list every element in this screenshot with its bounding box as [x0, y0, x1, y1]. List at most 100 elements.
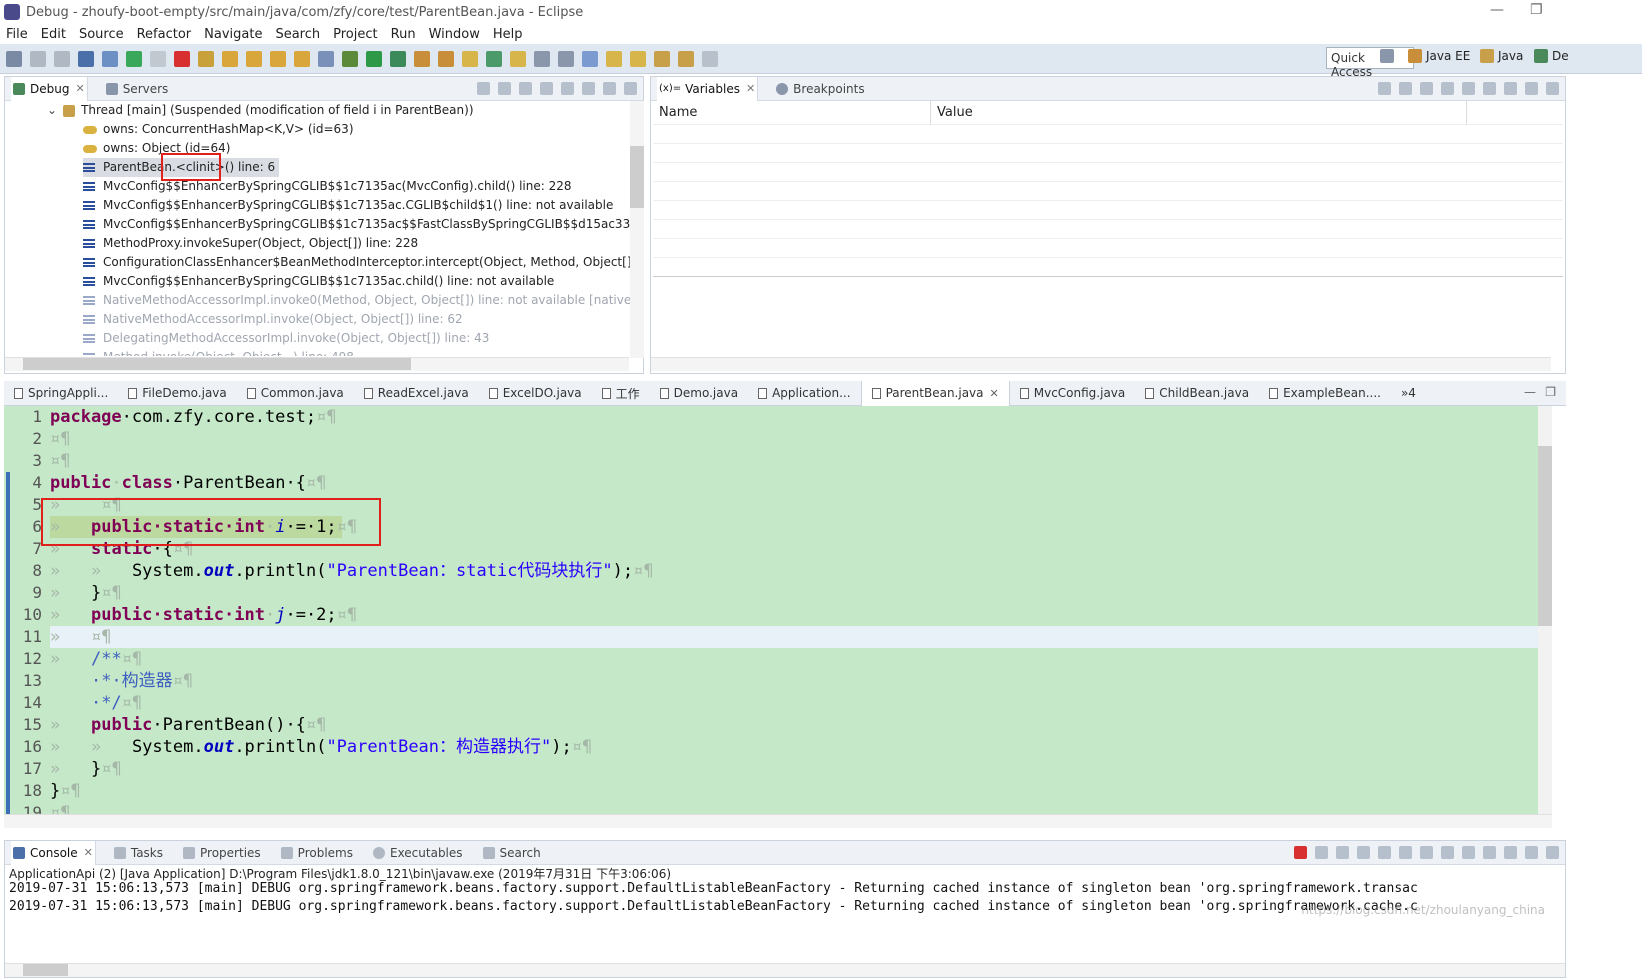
- close-icon[interactable]: ✕: [84, 846, 93, 859]
- editor-tab[interactable]: ChildBean.java: [1135, 381, 1259, 406]
- remove-launch-icon[interactable]: [1315, 846, 1328, 859]
- menu-help[interactable]: Help: [493, 27, 523, 42]
- show-on-output-icon[interactable]: [1420, 846, 1433, 859]
- forward-icon[interactable]: [702, 50, 718, 67]
- tab-executables[interactable]: Executables: [371, 841, 465, 865]
- horizontal-scrollbar[interactable]: [651, 357, 1551, 371]
- vertical-scrollbar[interactable]: [630, 101, 644, 358]
- perspective-debug[interactable]: De: [1534, 49, 1569, 63]
- editor-vertical-scrollbar[interactable]: [1538, 406, 1552, 814]
- resume-icon[interactable]: [126, 50, 142, 67]
- minimize-icon[interactable]: —: [1490, 2, 1504, 18]
- tab-variables[interactable]: (x)= Variables ✕: [657, 76, 759, 101]
- menu-project[interactable]: Project: [333, 27, 377, 42]
- block-selection-icon[interactable]: [558, 50, 574, 67]
- drop-to-frame-icon[interactable]: [294, 50, 310, 67]
- scroll-thumb[interactable]: [1538, 446, 1552, 626]
- remove-all-icon[interactable]: [498, 82, 511, 95]
- tree-item[interactable]: owns: ConcurrentHashMap<K,V> (id=63): [5, 120, 643, 139]
- column-name[interactable]: Name: [653, 100, 931, 125]
- remove-all-icon[interactable]: [1336, 846, 1349, 859]
- add-watch-icon[interactable]: [1441, 82, 1454, 95]
- editor-tab-active[interactable]: ParentBean.java ✕: [860, 380, 1010, 406]
- new-icon[interactable]: [6, 50, 22, 67]
- annotation-icon[interactable]: [510, 50, 526, 67]
- run-icon[interactable]: [366, 50, 382, 67]
- close-icon[interactable]: ✕: [75, 82, 84, 95]
- editor-tab[interactable]: ReadExcel.java: [354, 381, 479, 406]
- remove-terminated-icon[interactable]: [477, 82, 490, 95]
- back-icon[interactable]: [678, 50, 694, 67]
- tab-overflow[interactable]: »4: [1391, 381, 1426, 406]
- coverage-icon[interactable]: [390, 50, 406, 67]
- stack-frame[interactable]: MvcConfig$$EnhancerBySpringCGLIB$$1c7135…: [5, 215, 643, 234]
- prev-annotation-icon[interactable]: [630, 50, 646, 67]
- editor-tab[interactable]: MvcConfig.java: [1010, 381, 1136, 406]
- collapse-all-icon[interactable]: [1420, 82, 1433, 95]
- scroll-lock-icon[interactable]: [1378, 846, 1391, 859]
- open-perspective-button[interactable]: [1380, 49, 1398, 63]
- scroll-thumb[interactable]: [630, 146, 644, 208]
- maximize-icon[interactable]: [1546, 846, 1559, 859]
- maximize-icon[interactable]: ❐: [1530, 2, 1543, 18]
- suspend-icon[interactable]: [150, 50, 166, 67]
- search-icon[interactable]: [486, 50, 502, 67]
- view-menu-icon[interactable]: [1504, 82, 1517, 95]
- terminate-icon[interactable]: [1294, 846, 1307, 859]
- tab-debug[interactable]: Debug ✕: [11, 76, 88, 101]
- perspective-java-ee[interactable]: Java EE: [1408, 49, 1470, 63]
- step-over-icon[interactable]: [246, 50, 262, 67]
- menu-navigate[interactable]: Navigate: [204, 27, 262, 42]
- tab-breakpoints[interactable]: Breakpoints: [774, 77, 866, 101]
- editor-tab[interactable]: 工作: [592, 381, 650, 406]
- quick-access-input[interactable]: Quick Access: [1326, 47, 1414, 79]
- console-horizontal-scrollbar[interactable]: [5, 963, 1565, 977]
- stack-frame[interactable]: MvcConfig$$EnhancerBySpringCGLIB$$1c7135…: [5, 177, 643, 196]
- editor-tab[interactable]: ExampleBean....: [1259, 381, 1391, 406]
- disconnect-icon[interactable]: [198, 50, 214, 67]
- minimize-icon[interactable]: [603, 82, 616, 95]
- console-icon[interactable]: [78, 50, 94, 67]
- clear-console-icon[interactable]: [1357, 846, 1370, 859]
- debug-icon[interactable]: [342, 50, 358, 67]
- pin-console-icon[interactable]: [1462, 846, 1475, 859]
- stack-frame[interactable]: DelegatingMethodAccessorImpl.invoke(Obje…: [5, 329, 643, 348]
- display-console-icon[interactable]: [1483, 846, 1496, 859]
- terminate-icon[interactable]: [174, 50, 190, 67]
- menu-search[interactable]: Search: [275, 27, 320, 42]
- open-console-icon[interactable]: [1504, 846, 1517, 859]
- maximize-icon[interactable]: [624, 82, 637, 95]
- tree-item[interactable]: owns: Object (id=64): [5, 139, 643, 158]
- save-icon[interactable]: [30, 50, 46, 67]
- editor-tab[interactable]: ExcelDO.java: [479, 381, 592, 406]
- view-menu-icon[interactable]: [582, 82, 595, 95]
- open-task-icon[interactable]: [462, 50, 478, 67]
- open-type-icon[interactable]: [414, 50, 430, 67]
- tab-console[interactable]: Console ✕: [11, 840, 96, 865]
- tab-problems[interactable]: Problems: [279, 841, 355, 865]
- link-icon[interactable]: [540, 82, 553, 95]
- stack-frame[interactable]: ParentBean.<clinit>() line: 6: [5, 158, 643, 177]
- collapse-chevron-icon[interactable]: ⌄: [47, 101, 57, 120]
- use-step-filters-icon[interactable]: [318, 50, 334, 67]
- remove-icon[interactable]: [1462, 82, 1475, 95]
- editor-horizontal-scrollbar[interactable]: [4, 814, 1552, 828]
- skip-breakpoints-icon[interactable]: [102, 50, 118, 67]
- open-folder-icon[interactable]: [438, 50, 454, 67]
- menu-run[interactable]: Run: [391, 27, 416, 42]
- editor-tab[interactable]: Common.java: [237, 381, 354, 406]
- stack-frame[interactable]: MvcConfig$$EnhancerBySpringCGLIB$$1c7135…: [5, 272, 643, 291]
- stack-frame[interactable]: ConfigurationClassEnhancer$BeanMethodInt…: [5, 253, 643, 272]
- step-into-icon[interactable]: [222, 50, 238, 67]
- tab-search[interactable]: Search: [481, 841, 543, 865]
- menu-file[interactable]: File: [6, 27, 28, 42]
- last-edit-icon[interactable]: [654, 50, 670, 67]
- editor-tab[interactable]: Application...: [748, 381, 861, 406]
- maximize-icon[interactable]: ❐: [1545, 385, 1556, 399]
- scroll-thumb[interactable]: [23, 964, 68, 976]
- step-return-icon[interactable]: [270, 50, 286, 67]
- stack-frame[interactable]: MethodProxy.invokeSuper(Object, Object[]…: [5, 234, 643, 253]
- toggle-mark-icon[interactable]: [534, 50, 550, 67]
- stack-frame[interactable]: Method.invoke(Object, Object...) line: 4…: [5, 348, 643, 356]
- code-editor[interactable]: 1 2 3 4 5 6 7 8 9 10 11 12 13 14 15 16 17 18 19 package·co…: [4, 406, 1538, 814]
